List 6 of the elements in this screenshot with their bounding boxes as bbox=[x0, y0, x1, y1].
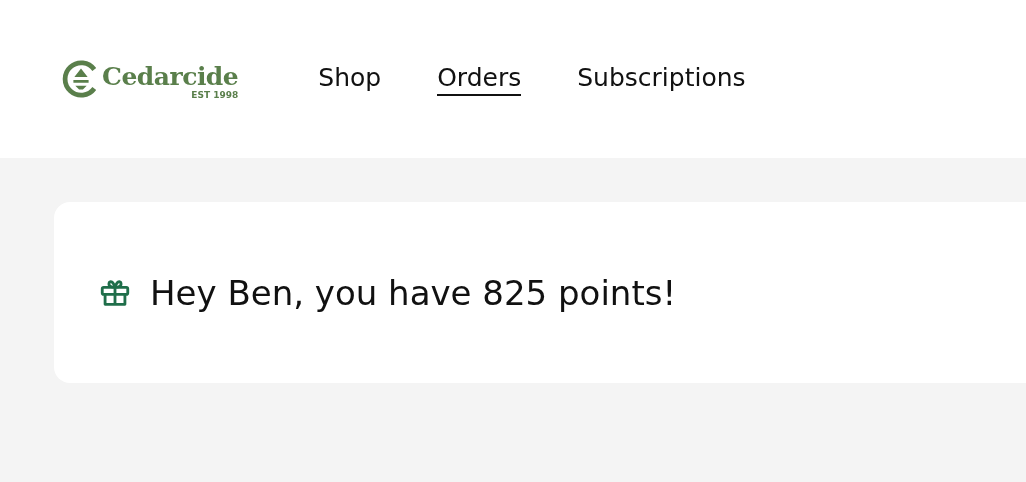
nav-link[interactable]: Orders bbox=[437, 62, 522, 96]
logo-tagline: EST 1998 bbox=[191, 90, 239, 100]
nav-link[interactable]: Shop bbox=[318, 62, 382, 96]
points-message: Hey Ben, you have 825 points! bbox=[150, 272, 677, 313]
nav-link[interactable]: Subscriptions bbox=[577, 62, 746, 96]
logo-wordmark[interactable]: Cedarcide bbox=[102, 64, 239, 90]
